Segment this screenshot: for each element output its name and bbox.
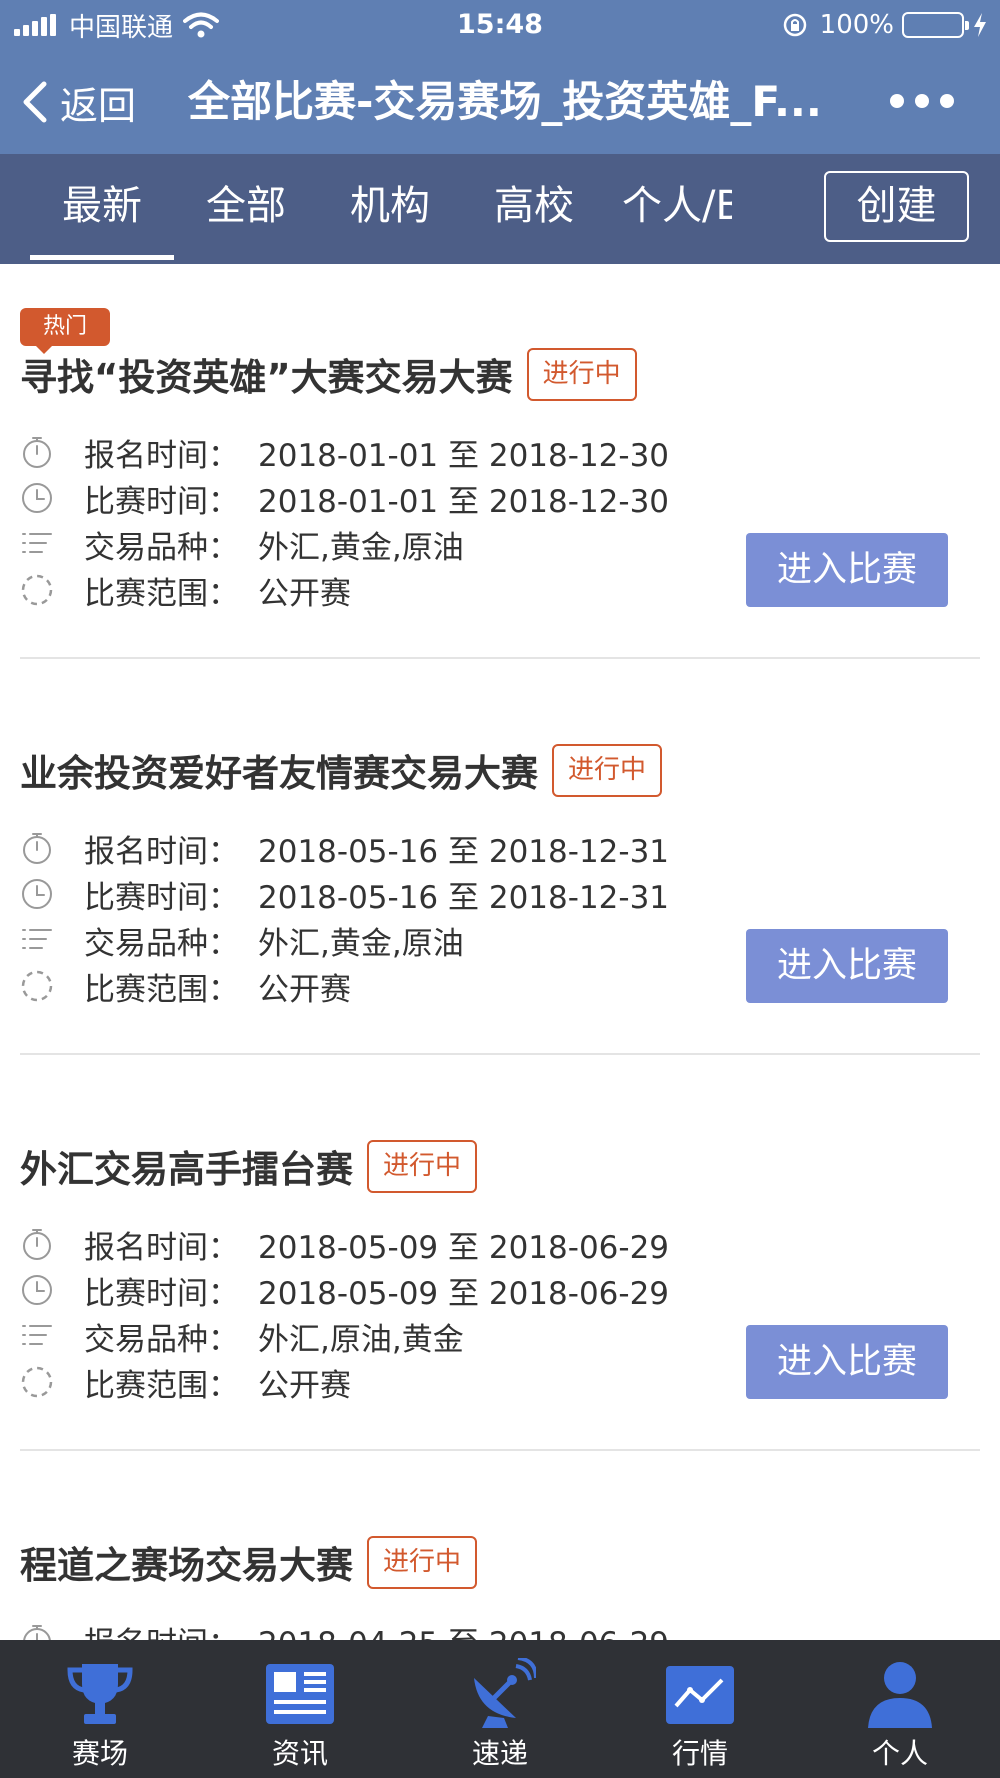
competition-list[interactable]: 热门 寻找“投资英雄”大赛交易大赛 进行中 报名时间： 2018-01-01 至… bbox=[0, 264, 1000, 1640]
competition-scope: 公开赛 bbox=[258, 971, 351, 1008]
product-row: 交易品种： 外汇,黄金,原油 bbox=[20, 918, 464, 962]
competition-title[interactable]: 寻找“投资英雄”大赛交易大赛 bbox=[20, 347, 513, 401]
product-row: 交易品种： 外汇,黄金,原油 bbox=[20, 522, 464, 566]
stopwatch-icon bbox=[23, 437, 51, 468]
enter-competition-button[interactable]: 进入比赛 bbox=[746, 929, 948, 1003]
competition-title[interactable]: 程道之赛场交易大赛 bbox=[20, 1535, 353, 1589]
status-badge: 进行中 bbox=[367, 1139, 478, 1193]
signup-time: 2018-05-16 至 2018-12-31 bbox=[258, 833, 670, 870]
competition-card: 外汇交易高手擂台赛 进行中 报名时间： 2018-05-09 至 2018-06… bbox=[0, 1056, 1000, 1452]
tab-personal[interactable]: 个人/B bbox=[606, 154, 732, 264]
bottom-nav-label: 赛场 bbox=[71, 1737, 128, 1770]
card-title-row: 程道之赛场交易大赛 进行中 bbox=[20, 1532, 478, 1592]
scope-row: 比赛范围： 公开赛 bbox=[20, 568, 351, 612]
bottom-nav-label: 行情 bbox=[671, 1737, 728, 1770]
bottom-nav-label: 速递 bbox=[471, 1737, 528, 1770]
category-tab-bar: 最新 全部 机构 高校 个人/B 创建 bbox=[0, 154, 1000, 264]
list-icon bbox=[22, 929, 52, 949]
signup-time-row: 报名时间： 2018-04-25 至 2018-06-29 bbox=[20, 1618, 669, 1640]
back-button[interactable]: 返回 bbox=[20, 72, 136, 132]
card-title-row: 寻找“投资英雄”大赛交易大赛 进行中 bbox=[20, 344, 637, 404]
bottom-nav-label: 资讯 bbox=[271, 1737, 328, 1770]
tab-latest[interactable]: 最新 bbox=[30, 154, 174, 264]
divider bbox=[20, 657, 980, 659]
match-time: 2018-01-01 至 2018-12-30 bbox=[258, 483, 670, 520]
trade-products: 外汇,黄金,原油 bbox=[258, 925, 464, 962]
chevron-left-icon bbox=[23, 81, 47, 123]
tab-institution[interactable]: 机构 bbox=[318, 154, 462, 264]
trade-products: 外汇,黄金,原油 bbox=[258, 529, 464, 566]
match-time: 2018-05-16 至 2018-12-31 bbox=[258, 879, 670, 916]
trophy-icon bbox=[67, 1664, 133, 1724]
competition-scope: 公开赛 bbox=[258, 575, 351, 612]
match-time-row: 比赛时间： 2018-05-16 至 2018-12-31 bbox=[20, 872, 669, 916]
card-title-row: 业余投资爱好者友情赛交易大赛 进行中 bbox=[20, 740, 663, 800]
enter-competition-button[interactable]: 进入比赛 bbox=[746, 1325, 948, 1399]
match-time-row: 比赛时间： 2018-05-09 至 2018-06-29 bbox=[20, 1268, 669, 1312]
bottom-nav-profile[interactable]: 个人 bbox=[800, 1640, 1000, 1778]
trade-products: 外汇,原油,黄金 bbox=[258, 1321, 464, 1358]
status-badge: 进行中 bbox=[552, 743, 663, 797]
bottom-nav-news[interactable]: 资讯 bbox=[200, 1640, 400, 1778]
scope-row: 比赛范围： 公开赛 bbox=[20, 964, 351, 1008]
bottom-nav-market[interactable]: 行情 bbox=[600, 1640, 800, 1778]
nav-bar: 返回 全部比赛-交易赛场_投资英雄_F... bbox=[0, 50, 1000, 154]
tab-all[interactable]: 全部 bbox=[174, 154, 318, 264]
back-label: 返回 bbox=[60, 83, 137, 128]
hot-badge: 热门 bbox=[20, 308, 110, 354]
create-button[interactable]: 创建 bbox=[824, 171, 969, 242]
battery-percent: 100% bbox=[819, 10, 894, 40]
more-icon[interactable] bbox=[890, 90, 954, 112]
loading-circle-icon bbox=[21, 1366, 53, 1398]
list-icon bbox=[22, 1325, 52, 1345]
enter-competition-button[interactable]: 进入比赛 bbox=[746, 533, 948, 607]
chart-icon bbox=[666, 1666, 734, 1724]
divider bbox=[20, 1449, 980, 1451]
signup-time-row: 报名时间： 2018-05-16 至 2018-12-31 bbox=[20, 826, 669, 870]
bottom-tab-bar: 赛场 资讯 速递 行情 个人 bbox=[0, 1640, 1000, 1778]
status-badge: 进行中 bbox=[367, 1535, 478, 1589]
signup-time: 2018-01-01 至 2018-12-30 bbox=[258, 437, 670, 474]
competition-scope: 公开赛 bbox=[258, 1367, 351, 1404]
stopwatch-icon bbox=[23, 833, 51, 864]
loading-circle-icon bbox=[21, 970, 53, 1002]
signup-time-row: 报名时间： 2018-05-09 至 2018-06-29 bbox=[20, 1222, 669, 1266]
competition-title[interactable]: 业余投资爱好者友情赛交易大赛 bbox=[20, 743, 538, 797]
competition-title[interactable]: 外汇交易高手擂台赛 bbox=[20, 1139, 353, 1193]
status-bar: 中国联通 15:48 100% bbox=[0, 0, 1000, 50]
charging-bolt-icon bbox=[974, 13, 986, 37]
rotation-lock-icon bbox=[783, 13, 806, 37]
loading-circle-icon bbox=[21, 574, 53, 606]
bottom-nav-label: 个人 bbox=[871, 1737, 928, 1770]
match-time: 2018-05-09 至 2018-06-29 bbox=[258, 1275, 670, 1312]
signup-time: 2018-04-25 至 2018-06-29 bbox=[258, 1618, 669, 1641]
signup-time-row: 报名时间： 2018-01-01 至 2018-12-30 bbox=[20, 430, 669, 474]
clock-icon bbox=[22, 483, 52, 513]
product-row: 交易品种： 外汇,原油,黄金 bbox=[20, 1314, 464, 1358]
tab-university[interactable]: 高校 bbox=[462, 154, 606, 264]
list-icon bbox=[22, 533, 52, 553]
tabs: 最新 全部 机构 高校 个人/B bbox=[30, 154, 760, 264]
bottom-nav-express[interactable]: 速递 bbox=[400, 1640, 600, 1778]
competition-card: 程道之赛场交易大赛 进行中 报名时间： 2018-04-25 至 2018-06… bbox=[0, 1452, 1000, 1640]
battery-icon bbox=[902, 12, 969, 38]
scope-row: 比赛范围： 公开赛 bbox=[20, 1360, 351, 1404]
clock-icon bbox=[22, 1275, 52, 1305]
news-icon bbox=[266, 1664, 334, 1724]
match-time-row: 比赛时间： 2018-01-01 至 2018-12-30 bbox=[20, 476, 669, 520]
divider bbox=[20, 1053, 980, 1055]
page-title: 全部比赛-交易赛场_投资英雄_F... bbox=[188, 77, 822, 126]
stopwatch-icon bbox=[23, 1625, 51, 1640]
stopwatch-icon bbox=[23, 1229, 51, 1260]
satellite-dish-icon bbox=[474, 1658, 536, 1728]
competition-card: 热门 寻找“投资英雄”大赛交易大赛 进行中 报名时间： 2018-01-01 至… bbox=[0, 264, 1000, 660]
competition-card: 业余投资爱好者友情赛交易大赛 进行中 报名时间： 2018-05-16 至 20… bbox=[0, 660, 1000, 1056]
status-badge: 进行中 bbox=[526, 347, 637, 401]
clock-icon bbox=[22, 879, 52, 909]
status-bar-right: 100% bbox=[782, 8, 988, 42]
bottom-nav-arena[interactable]: 赛场 bbox=[0, 1640, 200, 1778]
user-icon bbox=[868, 1662, 932, 1728]
signup-time: 2018-05-09 至 2018-06-29 bbox=[258, 1229, 670, 1266]
card-title-row: 外汇交易高手擂台赛 进行中 bbox=[20, 1136, 478, 1196]
